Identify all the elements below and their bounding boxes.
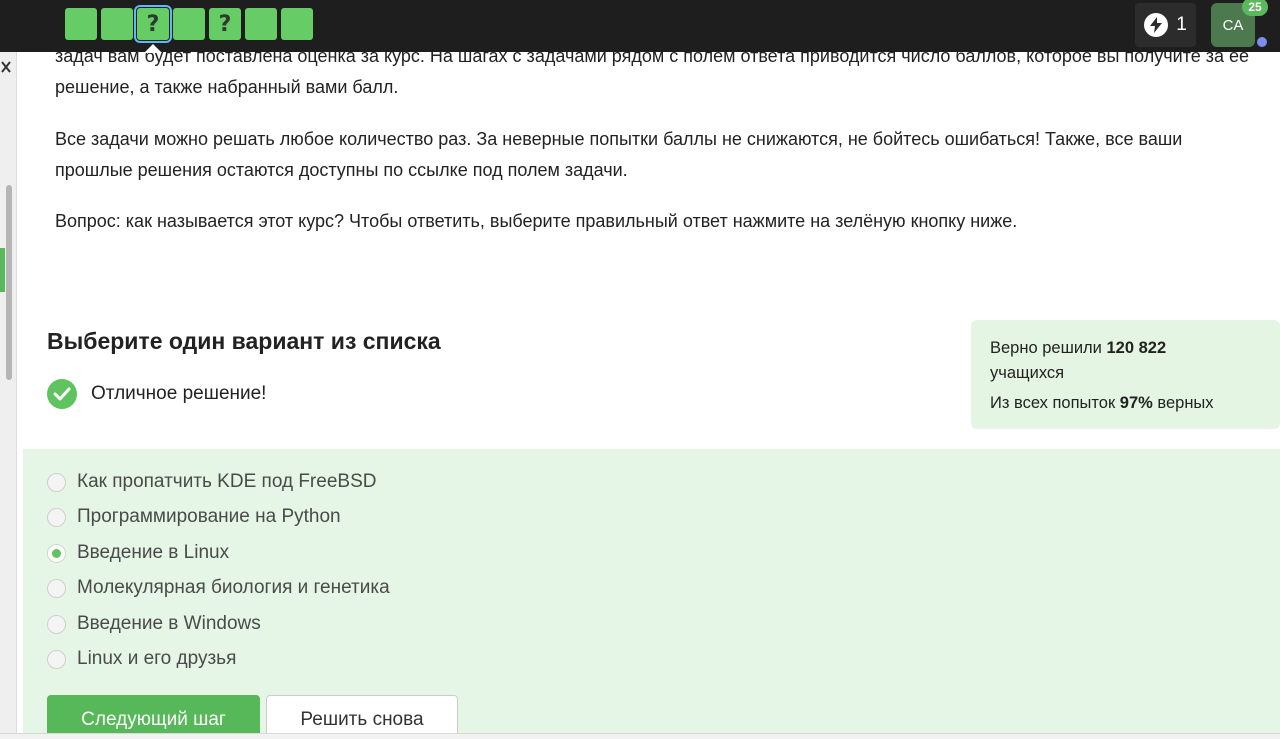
- result-message: Отличное решение!: [47, 379, 266, 409]
- collapse-icon[interactable]: [0, 60, 14, 80]
- step-button[interactable]: [245, 8, 277, 40]
- answer-label: Введение в Linux: [77, 542, 230, 563]
- radio-button[interactable]: [47, 649, 66, 669]
- left-rail: [0, 52, 17, 739]
- result-text: Отличное решение!: [91, 383, 267, 404]
- window-bottom-edge: [0, 733, 1280, 739]
- radio-button[interactable]: [47, 472, 66, 492]
- step-navigation: ? ?: [65, 5, 313, 43]
- solved-stat: Верно решили 120 822 учащихся: [990, 336, 1261, 386]
- stat-text: учащихся: [990, 364, 1065, 382]
- stat-text: Из всех попыток: [990, 394, 1116, 412]
- stat-value: 97%: [1119, 394, 1153, 412]
- radio-dot: [52, 548, 61, 558]
- step-marker: [0, 248, 5, 292]
- stat-value: 120 822: [1106, 339, 1167, 357]
- lesson-paragraph: Все задачи можно решать любое количество…: [55, 129, 1183, 180]
- status-dot: [1257, 37, 1267, 47]
- answer-panel: Как пропатчить KDE под FreeBSD Программи…: [23, 449, 1280, 739]
- notification-badge: 25: [1242, 0, 1268, 16]
- stats-panel: Верно решили 120 822 учащихся Из всех по…: [971, 320, 1280, 429]
- answer-option[interactable]: Как пропатчить KDE под FreeBSD: [47, 471, 376, 493]
- step-button[interactable]: [65, 8, 97, 40]
- scrollbar-thumb[interactable]: [6, 185, 12, 380]
- quiz-title: Выберите один вариант из списка: [47, 328, 441, 354]
- lightning-icon: [1144, 13, 1169, 37]
- step-button-current[interactable]: ?: [134, 5, 172, 43]
- energy-button[interactable]: 1: [1135, 3, 1196, 47]
- answer-label: Молекулярная биология и генетика: [77, 577, 390, 598]
- radio-button[interactable]: [47, 614, 66, 634]
- attempts-stat: Из всех попыток 97% верных: [990, 391, 1261, 416]
- radio-button-checked[interactable]: [47, 543, 66, 563]
- answer-option[interactable]: Программирование на Python: [47, 506, 341, 528]
- answer-option-selected[interactable]: Введение в Linux: [47, 542, 229, 564]
- energy-count: 1: [1176, 14, 1187, 35]
- answer-option[interactable]: Молекулярная биология и генетика: [47, 577, 390, 599]
- step-button[interactable]: [173, 8, 205, 40]
- step-button[interactable]: [281, 8, 313, 40]
- step-button[interactable]: [101, 8, 133, 40]
- stat-text: Верно решили: [990, 339, 1102, 357]
- step-button[interactable]: ?: [209, 8, 241, 40]
- radio-button[interactable]: [47, 578, 66, 598]
- answer-label: Программирование на Python: [77, 506, 341, 527]
- current-step-pointer: [144, 44, 162, 53]
- top-bar: ? ? 1 CA: [0, 0, 1280, 52]
- answer-option[interactable]: Linux и его друзья: [47, 648, 236, 670]
- answer-label: Linux и его друзья: [77, 648, 237, 669]
- answer-option[interactable]: Введение в Windows: [47, 613, 261, 635]
- answer-label: Введение в Windows: [77, 613, 261, 634]
- answer-label: Как пропатчить KDE под FreeBSD: [77, 471, 377, 492]
- lesson-question: Вопрос: как называется этот курс? Чтобы …: [55, 211, 1018, 231]
- stat-text: верных: [1157, 394, 1214, 412]
- check-icon: [47, 379, 77, 409]
- radio-button[interactable]: [47, 507, 66, 527]
